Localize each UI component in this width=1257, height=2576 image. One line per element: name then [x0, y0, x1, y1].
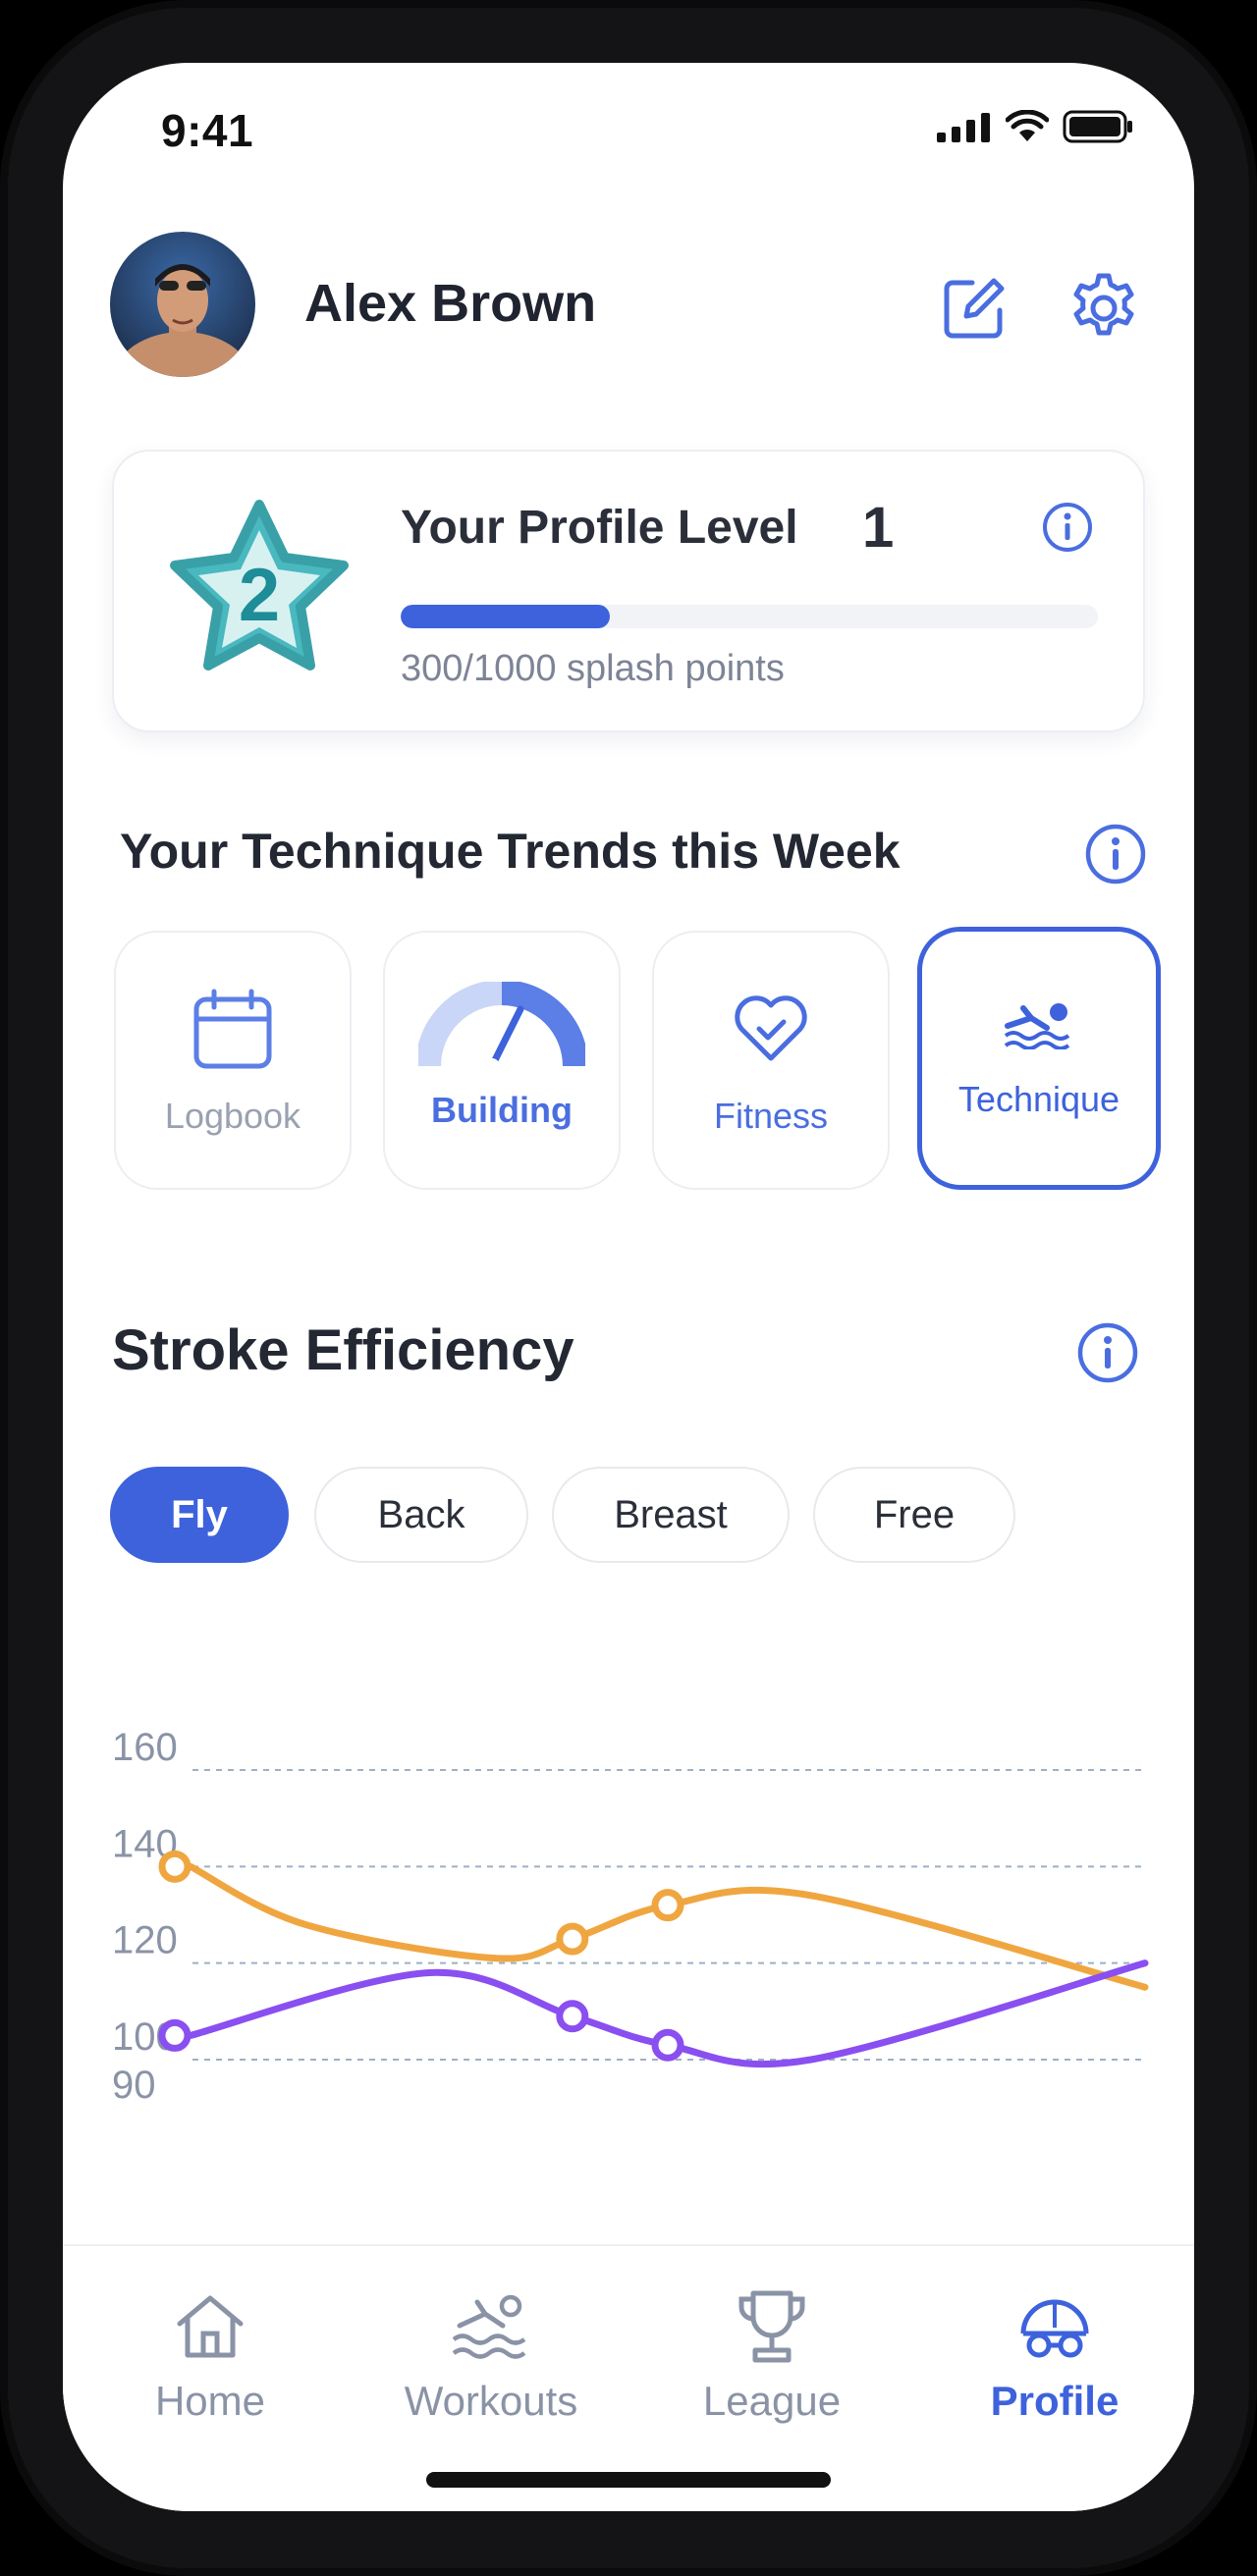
- user-name: Alex Brown: [304, 274, 597, 333]
- level-star-badge-icon: 2: [170, 500, 349, 671]
- data-point: [651, 1889, 684, 1922]
- swim-cap-icon: [1020, 2299, 1089, 2358]
- nav-league[interactable]: League: [664, 2285, 880, 2425]
- data-point: [158, 2018, 191, 2052]
- tile-fitness[interactable]: Fitness: [652, 931, 890, 1190]
- nav-label: Home: [154, 2378, 266, 2424]
- info-icon: [1077, 1322, 1138, 1383]
- stroke-efficiency-info-button[interactable]: [1076, 1321, 1139, 1389]
- wifi-icon: [1006, 110, 1049, 141]
- gauge-icon: [418, 982, 585, 1070]
- level-progress-bar: [401, 605, 1098, 628]
- tab-back[interactable]: Back: [314, 1467, 528, 1563]
- swim-icon: [452, 2294, 526, 2359]
- cellular-signal-icon: [937, 113, 990, 142]
- bottom-navigation: Home Workouts League Profile: [63, 2244, 1194, 2511]
- data-point: [556, 1922, 589, 1956]
- data-point: [158, 1850, 191, 1883]
- settings-button[interactable]: [1063, 267, 1145, 349]
- nav-home[interactable]: Home: [102, 2285, 318, 2425]
- edit-icon: [944, 278, 1005, 339]
- tile-building[interactable]: Building: [383, 931, 621, 1190]
- tile-label: Building: [431, 1090, 573, 1130]
- level-badge-number: 2: [239, 554, 280, 637]
- edit-profile-button[interactable]: [933, 267, 1015, 349]
- tile-label: Technique: [957, 1079, 1120, 1119]
- data-point: [556, 2000, 589, 2033]
- stroke-efficiency-chart: 16014012010090: [112, 1726, 1149, 2107]
- battery-icon: [1063, 110, 1132, 143]
- trends-info-button[interactable]: [1084, 823, 1147, 890]
- level-info-button[interactable]: [1041, 501, 1094, 559]
- gear-icon: [1073, 273, 1134, 336]
- calendar-icon: [193, 989, 272, 1069]
- tab-breast[interactable]: Breast: [552, 1467, 790, 1563]
- series-line-0: [187, 1862, 1149, 1991]
- profile-level-card[interactable]: 2 Your Profile Level 1 300/1000 splash p…: [112, 450, 1145, 732]
- data-point: [651, 2028, 684, 2062]
- trends-title: Your Technique Trends this Week: [120, 824, 901, 879]
- info-icon: [1085, 824, 1146, 885]
- tile-label: Logbook: [164, 1096, 301, 1136]
- info-icon: [1043, 503, 1092, 552]
- y-tick-label: 120: [112, 1919, 178, 1962]
- nav-label: Workouts: [404, 2378, 578, 2424]
- tile-technique[interactable]: Technique: [917, 927, 1161, 1190]
- nav-label: League: [702, 2378, 842, 2424]
- tab-fly[interactable]: Fly: [110, 1467, 289, 1563]
- nav-label: Profile: [990, 2378, 1120, 2424]
- status-icons: [937, 110, 1133, 143]
- trophy-icon: [738, 2290, 805, 2363]
- stroke-efficiency-title: Stroke Efficiency: [112, 1318, 574, 1382]
- avatar[interactable]: [110, 232, 255, 377]
- y-tick-label: 90: [112, 2064, 156, 2107]
- tile-logbook[interactable]: Logbook: [114, 931, 352, 1190]
- heart-icon: [735, 995, 807, 1061]
- level-progress-fill: [401, 605, 610, 628]
- tile-label: Fitness: [713, 1096, 829, 1136]
- home-indicator: [426, 2472, 831, 2488]
- level-number: 1: [862, 496, 895, 560]
- nav-workouts[interactable]: Workouts: [383, 2285, 599, 2425]
- level-title: Your Profile Level: [401, 502, 798, 554]
- swimmer-icon: [1004, 1003, 1070, 1049]
- y-tick-label: 160: [112, 1726, 178, 1769]
- app-screen: 9:41 Alex Brown 2 Your Profile Level 1 3…: [63, 63, 1194, 2511]
- tab-free[interactable]: Free: [813, 1467, 1015, 1563]
- status-time: 9:41: [161, 105, 254, 156]
- home-icon: [177, 2295, 244, 2358]
- level-points-text: 300/1000 splash points: [401, 648, 785, 689]
- nav-profile[interactable]: Profile: [947, 2285, 1163, 2425]
